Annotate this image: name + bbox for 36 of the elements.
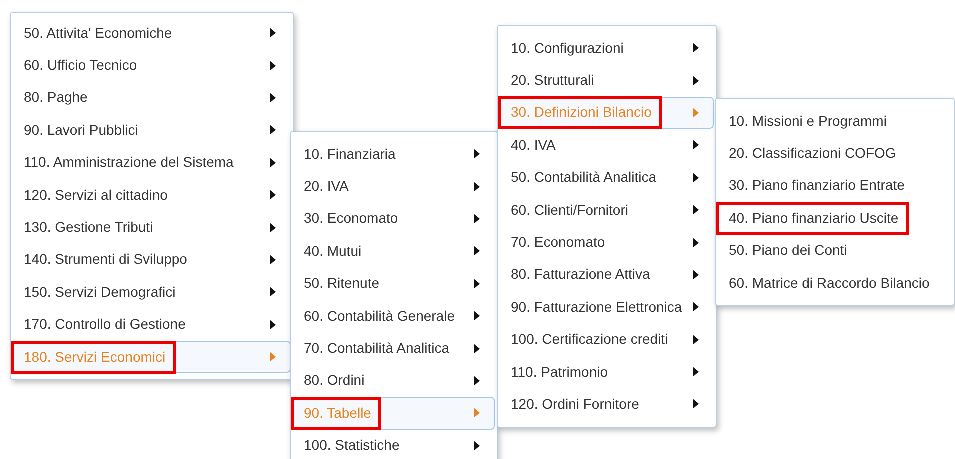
menu-item[interactable]: 150. Servizi Demografici [13, 276, 291, 309]
menu-item[interactable]: 170. Controllo di Gestione [13, 308, 291, 341]
menu-item[interactable]: 50. Piano dei Conti [718, 234, 952, 267]
menu-item[interactable]: 70. Contabilità Analitica [293, 332, 495, 365]
menu-item[interactable]: 50. Attivita' Economiche [13, 17, 291, 50]
menu-item[interactable]: 60. Clienti/Fornitori [500, 194, 714, 226]
menu-item[interactable]: 10. Configurazioni [500, 32, 714, 64]
menu-item[interactable]: 50. Ritenute [293, 268, 495, 300]
menu-item[interactable]: 100. Statistiche [293, 430, 495, 459]
menu-item[interactable]: 20. Classificazioni COFOG [718, 137, 952, 170]
menu-item[interactable]: 60. Contabilità Generale [293, 300, 495, 332]
menu-item[interactable]: 90. Fatturazione Elettronica [500, 291, 714, 324]
menu-item[interactable]: 80. Fatturazione Attiva [500, 258, 714, 292]
menu-item[interactable]: 110. Amministrazione del Sistema [13, 146, 291, 179]
menu-item[interactable]: 70. Economato [500, 226, 714, 259]
menu-item[interactable]: 50. Contabilità Analitica [500, 162, 714, 194]
menu-item[interactable]: 60. Ufficio Tecnico [13, 49, 291, 82]
menu-item[interactable]: 60. Matrice di Raccordo Bilancio [718, 266, 952, 300]
menu-item[interactable]: 10. Missioni e Programmi [718, 105, 952, 138]
menu-item[interactable]: 110. Patrimonio [500, 356, 714, 388]
menu-item[interactable]: 30. Piano finanziario Entrate [718, 170, 952, 202]
menu-item[interactable]: 40. Mutui [293, 235, 495, 268]
menu-item[interactable]: 90. Lavori Pubblici [13, 114, 291, 147]
menu-item[interactable]: 40. Piano finanziario Uscite [718, 202, 952, 235]
menu-item[interactable]: 120. Ordini Fornitore [500, 388, 714, 421]
menu-item[interactable]: 80. Ordini [293, 364, 495, 398]
menu-item[interactable]: 30. Economato [293, 202, 495, 236]
menu-item[interactable]: 20. Strutturali [500, 64, 714, 97]
menu-item[interactable]: 130. Gestione Tributi [13, 211, 291, 244]
menu-item[interactable]: 10. Finanziaria [293, 138, 495, 170]
menu-item[interactable]: 140. Strumenti di Sviluppo [13, 244, 291, 276]
menu-item[interactable]: 40. IVA [500, 129, 714, 162]
menu-item[interactable]: 120. Servizi al cittadino [13, 178, 291, 212]
menu-item[interactable]: 80. Paghe [13, 82, 291, 114]
menu-item[interactable]: 100. Certificazione crediti [500, 324, 714, 356]
menu-item[interactable]: 20. IVA [293, 170, 495, 203]
